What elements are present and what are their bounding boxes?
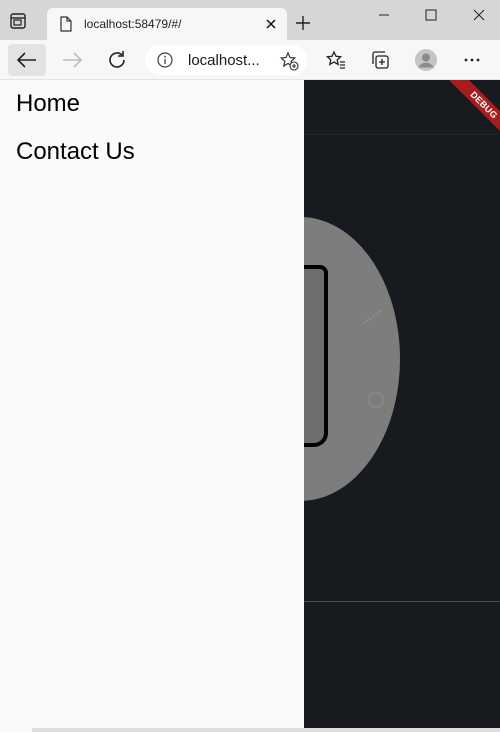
drawer-item-contact-us[interactable]: Contact Us — [16, 138, 135, 166]
collections-icon[interactable] — [368, 48, 392, 72]
hero-decoration — [368, 392, 384, 408]
plus-icon[interactable] — [294, 14, 312, 32]
window-bottom-edge — [32, 728, 500, 732]
browser-tab[interactable]: localhost:58479/#/ — [47, 8, 287, 40]
tab-actions-icon[interactable] — [8, 11, 28, 31]
address-text[interactable]: localhost... — [188, 52, 260, 69]
navigation-drawer: Home Contact Us — [0, 80, 304, 732]
favorites-icon[interactable] — [324, 48, 348, 72]
arrow-right-icon[interactable] — [58, 44, 88, 76]
more-icon[interactable] — [460, 48, 484, 72]
close-icon[interactable] — [263, 16, 279, 32]
address-bar[interactable]: localhost... — [145, 45, 307, 75]
minimize-icon[interactable] — [369, 5, 399, 25]
star-plus-icon[interactable] — [279, 51, 299, 71]
refresh-icon[interactable] — [102, 44, 132, 76]
profile-icon[interactable] — [414, 48, 438, 72]
arrow-left-icon[interactable] — [8, 44, 46, 76]
close-icon[interactable] — [464, 5, 494, 25]
info-icon[interactable] — [157, 52, 173, 68]
browser-toolbar: localhost... — [0, 40, 500, 80]
maximize-icon[interactable] — [416, 5, 446, 25]
browser-tab-strip: localhost:58479/#/ — [0, 0, 500, 40]
page-icon — [59, 16, 73, 32]
drawer-item-home[interactable]: Home — [16, 90, 80, 118]
tab-title: localhost:58479/#/ — [84, 17, 182, 31]
